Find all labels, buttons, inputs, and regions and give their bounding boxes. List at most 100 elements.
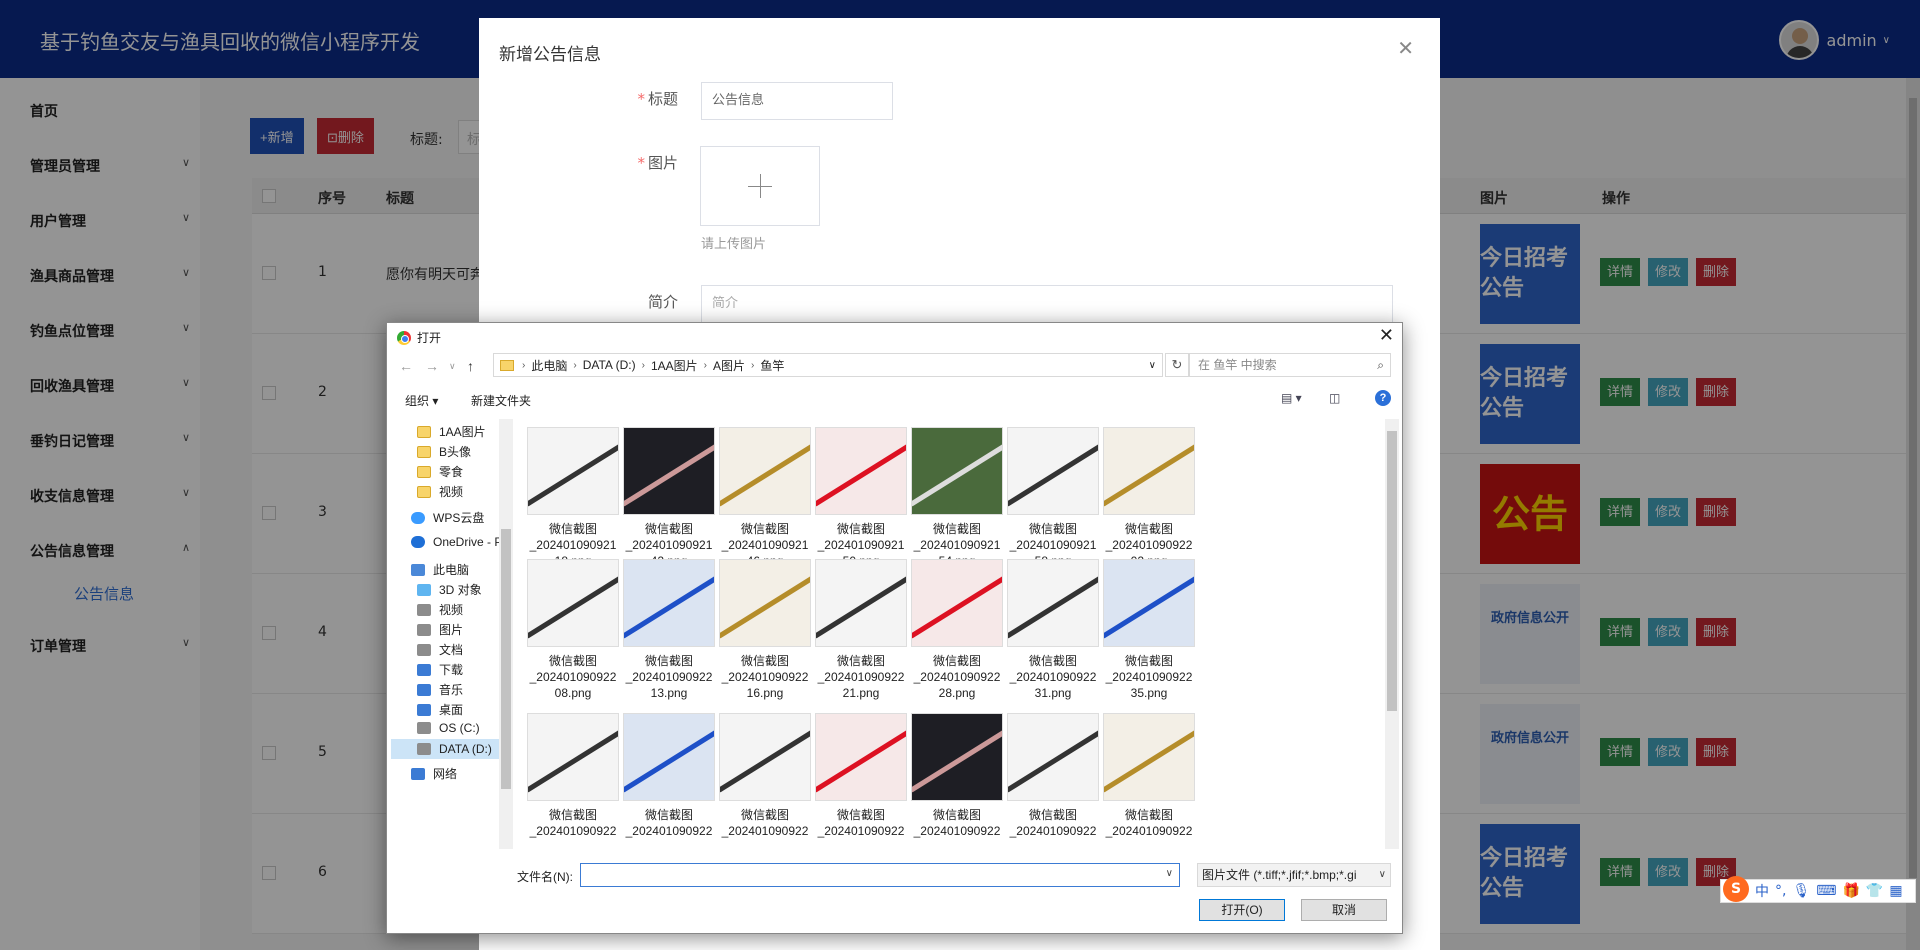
filename-input[interactable]: ∨ [580,863,1180,887]
forward-icon[interactable]: → [425,358,439,374]
help-icon[interactable]: ? [1375,390,1391,406]
file-name-line: _202401090921 [625,538,713,552]
back-icon[interactable]: ← [399,358,413,374]
file-item[interactable]: 微信截图_20240109092146.png [715,427,815,569]
breadcrumb-item[interactable]: 鱼竿 [760,357,784,374]
file-item[interactable]: 微信截图 _202401090922 [1099,713,1198,839]
nav-documents[interactable]: 文档 [417,641,463,658]
image-thumbnail [815,427,907,515]
address-bar[interactable]: › 此电脑 › DATA (D:) › 1AA图片 › A图片 › 鱼竿 ∨ [493,353,1163,377]
file-name-line: 微信截图 [1124,522,1173,536]
nav-desktop[interactable]: 桌面 [417,701,463,718]
breadcrumb-item[interactable]: 1AA图片 [651,357,698,374]
sogou-ime-icon[interactable]: S [1723,876,1749,902]
up-icon[interactable]: ↑ [467,358,474,374]
scroll-thumb[interactable] [501,529,511,789]
nav-label: WPS云盘 [433,511,485,525]
open-button[interactable]: 打开(O) [1199,899,1285,921]
file-item[interactable]: 微信截图_20240109092142.png [619,427,719,569]
nav-folder-1aa[interactable]: 1AA图片 [417,423,486,440]
ime-mode-label[interactable]: 中 [1755,881,1769,901]
file-item[interactable]: 微信截图 _202401090922 [715,713,815,839]
file-name-line: _202401090922 [913,824,1001,838]
nav-downloads[interactable]: 下载 [417,661,463,678]
file-name-line: _202401090921 [529,538,617,552]
chevron-down-icon[interactable]: ∨ [1166,868,1173,879]
file-item[interactable]: 微信截图_20240109092118.png [523,427,623,569]
chevron-right-icon: › [703,359,707,371]
breadcrumb-item[interactable]: A图片 [713,357,745,374]
grid-icon[interactable]: ▦ [1889,883,1902,899]
chevron-down-icon[interactable]: ∨ [1149,360,1156,371]
file-item[interactable]: 微信截图_20240109092154.png [907,427,1007,569]
nav-wps-cloud[interactable]: WPS云盘 [411,509,484,526]
film-icon [417,603,431,616]
intro-field-label: 简介 [647,293,678,311]
refresh-icon[interactable]: ↻ [1165,353,1189,377]
file-name-line: 微信截图 [548,654,597,668]
file-item[interactable]: 微信截图 _202401090922 08.png [523,559,623,701]
scroll-thumb[interactable] [1387,431,1397,711]
nav-folder-video[interactable]: 视频 [417,483,463,500]
ime-toolbar[interactable]: S 中 °, 🎙 ⌨ 🎁 👕 ▦ [1720,876,1916,903]
view-options-icon[interactable]: ▤ ▾ [1281,391,1302,405]
file-item[interactable]: 微信截图 _202401090922 16.png [715,559,815,701]
file-item[interactable]: 微信截图_20240109092158.png [1003,427,1103,569]
folder-icon [417,485,431,498]
file-name-line: _202401090921 [1009,538,1097,552]
file-item[interactable]: 微信截图 _202401090922 31.png [1003,559,1103,701]
filetype-select[interactable]: 图片文件 (*.tiff;*.jfif;*.bmp;*.gi ∨ [1197,863,1391,887]
file-name-line: 16.png [746,686,784,700]
title-field[interactable]: 公告信息 [701,82,893,120]
file-item[interactable]: 微信截图 _202401090922 [1003,713,1103,839]
organize-button[interactable]: 组织 ▾ [405,392,438,409]
file-item[interactable]: 微信截图 _202401090922 [907,713,1007,839]
breadcrumb-item[interactable]: 此电脑 [531,357,567,374]
nav-folder-b-avatar[interactable]: B头像 [417,443,471,460]
close-icon[interactable]: ✕ [1379,325,1394,346]
file-name-line: _202401090922 [1009,824,1097,838]
preview-pane-icon[interactable]: ◫ [1329,391,1340,405]
punctuation-icon[interactable]: °, [1775,883,1786,899]
image-upload-button[interactable] [700,146,820,226]
nav-label: 1AA图片 [439,425,486,439]
chevron-right-icon: › [641,359,645,371]
nav-scrollbar[interactable] [499,419,513,849]
keyboard-icon[interactable]: ⌨ [1816,883,1836,899]
microphone-icon[interactable]: 🎙 [1792,883,1810,899]
nav-music[interactable]: 音乐 [417,681,463,698]
search-input[interactable]: 在 鱼竿 中搜索 ⌕ [1189,353,1391,377]
skin-icon[interactable]: 👕 [1866,883,1883,899]
nav-folder-snacks[interactable]: 零食 [417,463,463,480]
intro-field[interactable]: 简介 [701,285,1393,323]
file-item[interactable]: 微信截图_20240109092202.png [1099,427,1198,569]
nav-network[interactable]: 网络 [411,765,457,782]
file-item[interactable]: 微信截图 _202401090922 [619,713,719,839]
file-item[interactable]: 微信截图 _202401090922 35.png [1099,559,1198,701]
file-name-line: 微信截图 [740,522,789,536]
file-name-line: _202401090922 [529,670,617,684]
file-item[interactable]: 微信截图 _202401090922 21.png [811,559,911,701]
nav-drive-c[interactable]: OS (C:) [417,721,480,735]
files-scrollbar[interactable] [1385,419,1399,849]
nav-onedrive[interactable]: OneDrive - Pers [411,535,512,549]
nav-3d-objects[interactable]: 3D 对象 [417,581,482,598]
close-icon[interactable]: ✕ [1397,36,1414,60]
file-item[interactable]: 微信截图 _202401090922 28.png [907,559,1007,701]
recent-dropdown-icon[interactable]: ∨ [449,361,456,372]
file-item[interactable]: 微信截图_20240109092150.png [811,427,911,569]
nav-drive-d[interactable]: DATA (D:) [391,739,503,759]
nav-this-pc[interactable]: 此电脑 [411,561,469,578]
gift-icon[interactable]: 🎁 [1842,883,1859,899]
file-item[interactable]: 微信截图 _202401090922 [523,713,623,839]
chevron-right-icon: › [573,359,577,371]
cancel-button[interactable]: 取消 [1301,899,1387,921]
nav-videos[interactable]: 视频 [417,601,463,618]
file-item[interactable]: 微信截图 _202401090922 13.png [619,559,719,701]
breadcrumb-item[interactable]: DATA (D:) [583,358,636,372]
file-name-line: 微信截图 [644,522,693,536]
file-item[interactable]: 微信截图 _202401090922 [811,713,911,839]
nav-pictures[interactable]: 图片 [417,621,463,638]
new-folder-button[interactable]: 新建文件夹 [471,392,531,409]
file-name-line: 31.png [1034,686,1072,700]
